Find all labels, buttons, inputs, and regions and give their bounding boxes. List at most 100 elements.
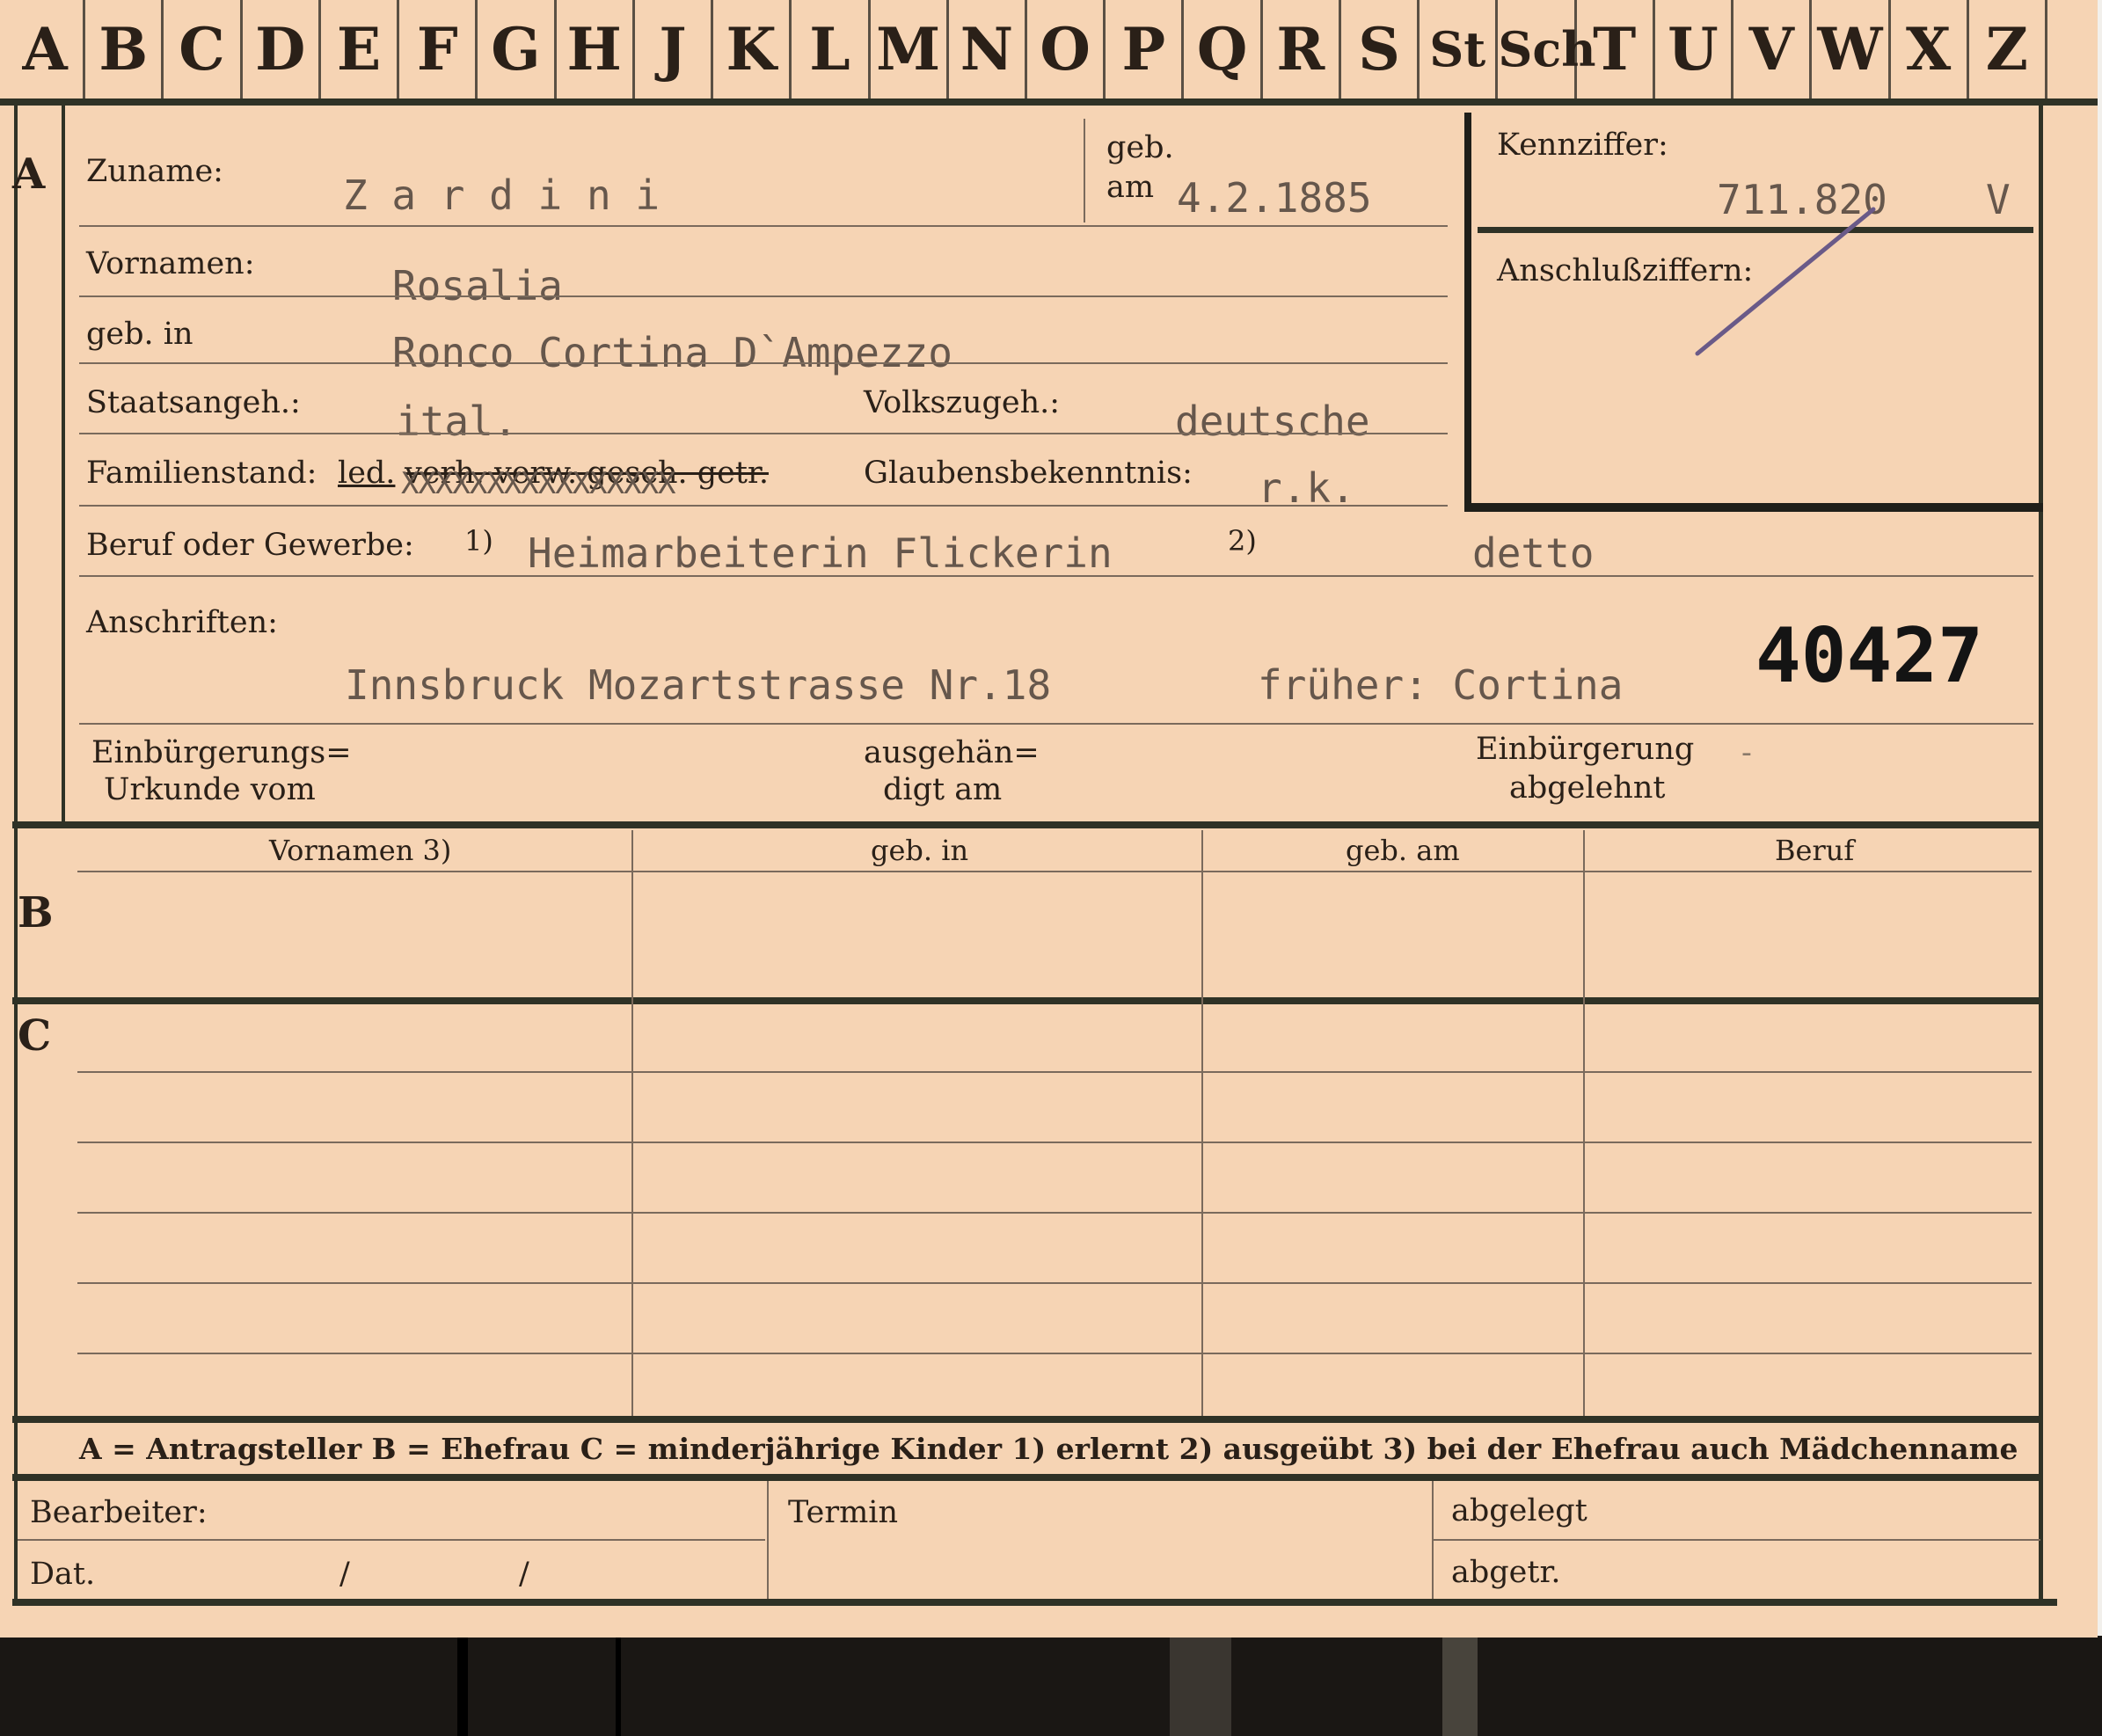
index-tab-p: P	[1106, 0, 1185, 98]
ethnicity-label: Volkszugeh.:	[864, 385, 1061, 420]
handed-out-label-2: digt am	[883, 772, 1003, 807]
section-b-label: B	[18, 888, 54, 937]
column-divider	[1432, 1481, 1434, 1601]
citizenship-value: ital.	[396, 398, 518, 445]
section-a-inner-line	[62, 106, 65, 827]
handed-out-label: ausgehän=	[864, 735, 1040, 770]
marital-overtype: XXXXXXXXXXXXXXXX	[401, 466, 676, 501]
index-tab-l: L	[792, 0, 871, 98]
first-names-label: Vornamen:	[86, 246, 255, 281]
marital-selected: led.	[338, 456, 396, 491]
index-tab-u: U	[1655, 0, 1734, 98]
index-tab-x: X	[1891, 0, 1969, 98]
date-label: Dat.	[30, 1557, 96, 1592]
occupation-footnote-1: 1)	[464, 524, 493, 558]
section-a-label: A	[12, 150, 46, 199]
naturalization-denied-value: -	[1741, 735, 1752, 770]
occupation-value-practiced: detto	[1472, 529, 1595, 577]
date-separator: /	[519, 1557, 529, 1592]
divider	[1434, 1539, 2040, 1541]
naturalization-certificate-label-2: Urkunde vom	[104, 772, 316, 807]
table-row-line	[77, 1353, 2032, 1354]
column-divider	[767, 1481, 769, 1601]
col-occupation-header: Beruf	[1775, 834, 1855, 867]
index-tab-st: St	[1420, 0, 1499, 98]
index-tab-d: D	[243, 0, 321, 98]
born-on-value: 4.2.1885	[1177, 174, 1372, 222]
index-tab-s: S	[1341, 0, 1420, 98]
file-number-stamp: 40427	[1755, 612, 1983, 700]
naturalization-denied-label-2: abgelehnt	[1509, 770, 1666, 806]
code-label: Kennziffer:	[1497, 128, 1668, 163]
separated-label: abgetr.	[1451, 1555, 1561, 1590]
section-c-label: C	[18, 1011, 52, 1061]
first-names-value: Rosalia	[392, 262, 563, 310]
column-divider	[1201, 830, 1203, 1418]
table-row-line	[77, 1142, 2032, 1143]
index-tab-r: R	[1263, 0, 1341, 98]
divider	[79, 225, 1448, 227]
surname-label: Zuname:	[86, 154, 223, 189]
occupation-value-learned: Heimarbeiterin Flickerin	[528, 529, 1113, 577]
index-tab-f: F	[399, 0, 478, 98]
column-divider	[631, 830, 633, 1418]
born-on-label: geb.	[1106, 130, 1174, 165]
divider	[79, 433, 1448, 434]
deadline-label: Termin	[788, 1495, 898, 1530]
divider	[79, 723, 2033, 725]
col-born-in-header: geb. in	[871, 834, 969, 867]
divider	[79, 362, 1448, 364]
index-tab-z: Z	[1969, 0, 2047, 98]
index-tab-o: O	[1027, 0, 1106, 98]
index-tab-t: T	[1577, 0, 1655, 98]
section-c-top-border	[12, 997, 2042, 1004]
occupation-label: Beruf oder Gewerbe:	[86, 528, 414, 563]
section-b-top-border	[12, 821, 2042, 828]
divider	[77, 871, 2032, 872]
divider	[18, 1539, 765, 1541]
index-tab-a: A	[7, 0, 86, 98]
code-suffix: V	[1986, 176, 2011, 223]
index-tab-sch: Sch	[1498, 0, 1596, 98]
address-label: Anschriften:	[86, 605, 278, 640]
index-card: A B C D E F G H J K L M N O P Q R S St Sch T U V W X Z A Zuname: …	[0, 0, 2098, 1638]
index-tab-k: K	[713, 0, 792, 98]
pencil-strike-mark	[1695, 207, 1876, 356]
index-tab-n: N	[949, 0, 1027, 98]
column-divider	[1583, 830, 1585, 1418]
index-tab-e: E	[321, 0, 400, 98]
divider	[79, 575, 2033, 577]
address-value: Innsbruck Mozartstrasse Nr.18	[345, 661, 1052, 709]
occupation-footnote-2: 2)	[1228, 524, 1257, 558]
religion-label: Glaubensbekenntnis:	[864, 456, 1193, 491]
processor-label: Bearbeiter:	[30, 1495, 208, 1530]
col-born-on-header: geb. am	[1346, 834, 1460, 867]
card-bottom-border	[12, 1599, 2057, 1606]
table-row-line	[77, 1282, 2032, 1284]
filed-label: abgelegt	[1451, 1493, 1587, 1528]
born-in-value: Ronco Cortina D`Ampezzo	[392, 329, 952, 376]
citizenship-label: Staatsangeh.:	[86, 385, 301, 420]
index-tab-h: H	[557, 0, 635, 98]
index-tab-b: B	[85, 0, 164, 98]
col-first-names-header: Vornamen 3)	[269, 834, 452, 867]
scan-background	[0, 1636, 2102, 1736]
table-row-line	[77, 1071, 2032, 1073]
date-separator: /	[339, 1557, 350, 1592]
divider	[1084, 119, 1085, 222]
left-frame-line	[14, 106, 18, 1601]
ethnicity-value: deutsche	[1175, 398, 1370, 445]
surname-value: Z a r d i n i	[343, 171, 661, 219]
legend-top-border	[12, 1416, 2042, 1423]
table-row-line	[77, 1212, 2032, 1214]
previous-address: früher: Cortina	[1258, 661, 1624, 709]
tab-strip-divider	[0, 98, 2098, 106]
index-tab-c: C	[164, 0, 243, 98]
index-tab-w: W	[1812, 0, 1891, 98]
born-in-label: geb. in	[86, 317, 193, 352]
divider	[79, 505, 1448, 507]
index-tab-g: G	[478, 0, 557, 98]
marital-label: Familienstand:	[86, 456, 317, 491]
naturalization-denied-label: Einbürgerung	[1476, 732, 1695, 767]
legend-bottom-border	[12, 1474, 2042, 1481]
